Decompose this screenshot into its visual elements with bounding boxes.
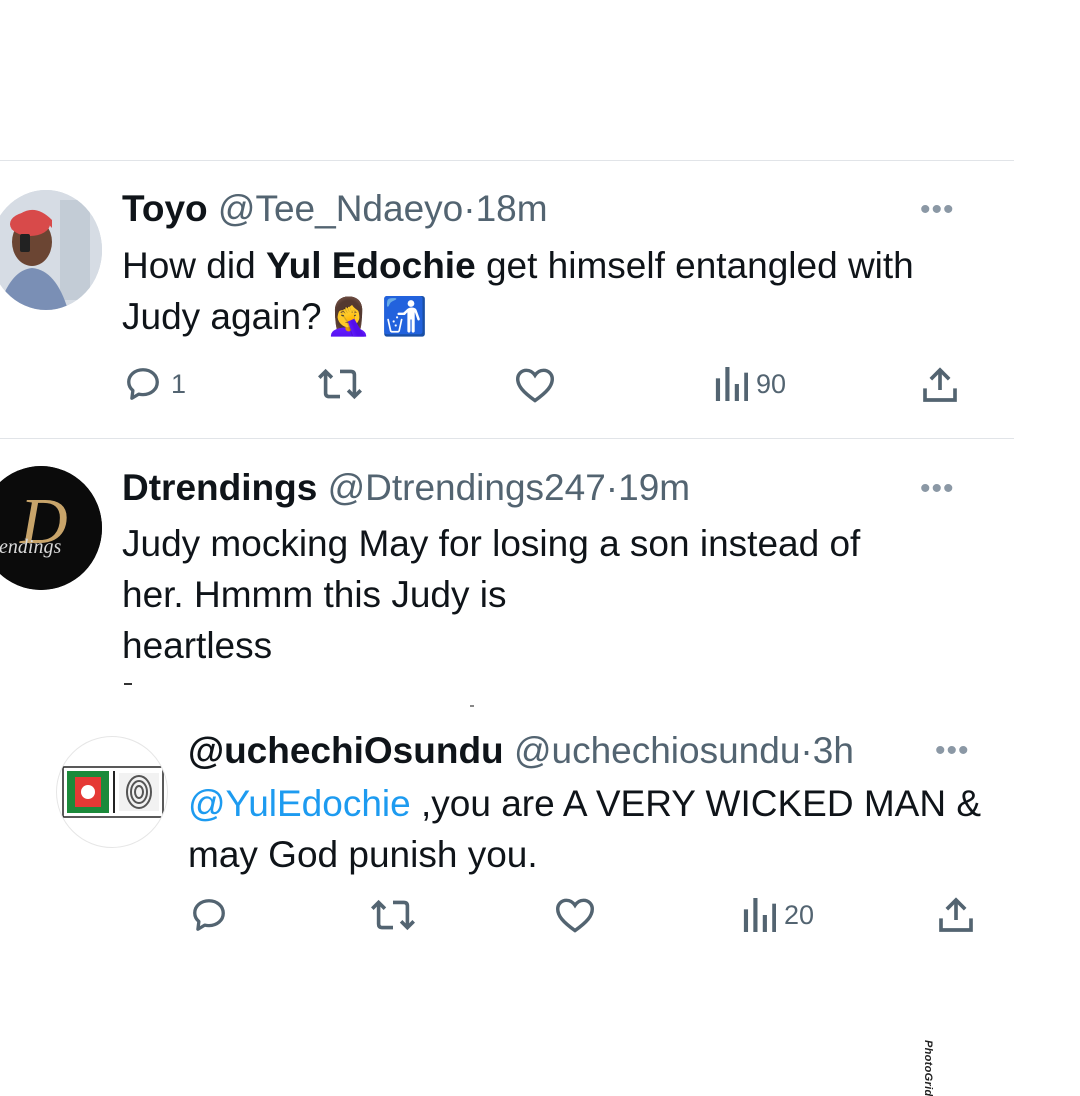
tweet-text-line: her. Hmmm this Judy is	[122, 574, 507, 615]
user-handle[interactable]: @Dtrendings247	[328, 467, 606, 508]
timestamp[interactable]: 3h	[813, 730, 854, 771]
view-count: 90	[756, 368, 787, 399]
separator-dot: ·	[605, 467, 619, 508]
avatar[interactable]	[0, 190, 102, 310]
more-options-button[interactable]: •••	[935, 736, 970, 766]
tweet-text-part: ,you are A VERY WICKED MAN &	[410, 783, 982, 824]
divider-middle	[0, 438, 1014, 439]
tweet-text-line: heartless	[122, 625, 273, 666]
crop-artifact	[124, 683, 132, 685]
share-icon	[923, 367, 957, 402]
reply-button[interactable]	[189, 896, 229, 934]
analytics-icon	[715, 367, 748, 401]
avatar[interactable]	[56, 736, 168, 848]
avatar-photo	[0, 190, 102, 310]
retweet-button[interactable]	[316, 366, 364, 402]
heart-icon	[515, 368, 555, 403]
separator-dot: ·	[463, 188, 476, 229]
tweet-text-line: @YulEdochie ,you are A VERY WICKED MAN &	[188, 778, 1048, 829]
more-options-button[interactable]: •••	[920, 195, 955, 225]
retweet-button[interactable]	[369, 897, 417, 933]
view-count: 20	[784, 899, 815, 930]
tweet-text-bold: Yul Edochie	[265, 245, 476, 286]
reply-button[interactable]: 1	[123, 365, 186, 403]
tweet-header: Dtrendings @Dtrendings247·19m	[122, 466, 690, 510]
tweet-header: @uchechiOsundu @uchechiosundu·3h	[188, 729, 854, 773]
tweet-text-part: How did	[122, 245, 266, 286]
share-button[interactable]	[920, 365, 960, 405]
tweet-text-line: may God punish you.	[188, 834, 538, 875]
logo-text: rendings	[0, 536, 62, 558]
tweet-text: @YulEdochie ,you are A VERY WICKED MAN &…	[188, 778, 1048, 880]
user-handle[interactable]: @Tee_Ndaeyo	[218, 188, 463, 229]
views-button[interactable]: 90	[714, 365, 786, 403]
tweet-text: How did Yul Edochie get himself entangle…	[122, 240, 922, 342]
display-name[interactable]: @uchechiOsundu	[188, 730, 504, 771]
heart-icon	[555, 898, 595, 933]
timestamp[interactable]: 18m	[476, 188, 548, 229]
share-icon	[939, 897, 973, 932]
divider-top	[0, 160, 1014, 161]
like-button[interactable]	[514, 366, 556, 404]
views-button[interactable]: 20	[742, 896, 814, 934]
like-button[interactable]	[554, 896, 596, 934]
tweet-text: Judy mocking May for losing a son instea…	[122, 518, 1002, 671]
tweet-text-line: Judy mocking May for losing a son instea…	[122, 523, 861, 564]
display-name[interactable]: Toyo	[122, 188, 208, 229]
litter-emoji: 🚮	[381, 296, 428, 337]
more-options-button[interactable]: •••	[920, 474, 955, 504]
avatar[interactable]: D rendings	[0, 466, 102, 590]
facepalm-emoji: 🤦‍♀️	[325, 296, 372, 337]
analytics-icon	[743, 898, 776, 932]
reply-count: 1	[171, 368, 187, 399]
flag-fingerprint-icon	[62, 766, 164, 818]
retweet-icon	[318, 368, 362, 400]
watermark: PhotoGrid	[922, 1040, 934, 1096]
tweet-header: Toyo @Tee_Ndaeyo·18m	[122, 187, 548, 231]
timestamp[interactable]: 19m	[618, 467, 690, 508]
user-handle[interactable]: @uchechiosundu	[514, 730, 800, 771]
share-button[interactable]	[936, 895, 976, 935]
reply-icon	[193, 899, 225, 931]
reply-icon	[127, 368, 159, 400]
retweet-icon	[371, 899, 415, 931]
mention-link[interactable]: @YulEdochie	[188, 783, 411, 824]
display-name[interactable]: Dtrendings	[122, 467, 317, 508]
separator-dot: ·	[800, 730, 813, 771]
crop-artifact	[470, 705, 474, 707]
